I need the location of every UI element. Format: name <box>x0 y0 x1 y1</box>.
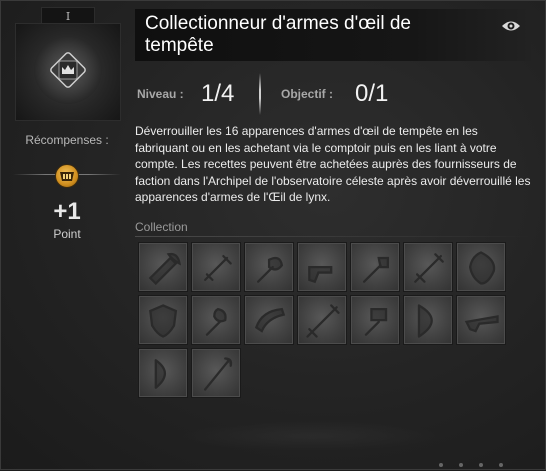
level-label: Niveau : <box>137 87 184 101</box>
weapon-staff-icon <box>203 357 233 391</box>
weapon-longbow-icon <box>417 304 433 338</box>
weapon-warhorn-icon <box>254 307 286 333</box>
progress-stats: Niveau : 1/4 Objectif : 0/1 <box>135 67 531 117</box>
weapon-shield-icon <box>149 304 178 338</box>
crown-emblem-icon <box>50 52 86 88</box>
achievement-title: Collectionneur d'armes d'œil de tempête <box>145 13 411 56</box>
collection-slot[interactable] <box>138 348 188 398</box>
weapon-pistol-icon <box>308 265 333 284</box>
reward-unit: Point <box>53 227 81 241</box>
achievement-description: Déverrouiller les 16 apparences d'armes … <box>135 124 531 204</box>
weapon-mace-icon <box>256 256 284 283</box>
collection-slot[interactable] <box>403 242 453 292</box>
stats-divider <box>259 73 261 115</box>
collection-label: Collection <box>135 220 188 234</box>
collection-slot[interactable] <box>191 295 241 345</box>
weapon-shortbow-icon <box>154 359 167 389</box>
collection-divider <box>135 236 531 237</box>
objective-label: Objectif : <box>281 87 334 101</box>
achievement-point-icon <box>55 164 79 188</box>
collection-slot[interactable] <box>191 242 241 292</box>
collection-slot[interactable] <box>138 295 188 345</box>
title-bar: Collectionneur d'armes d'œil de tempête <box>135 9 531 61</box>
weapon-axe-icon <box>148 252 182 286</box>
collection-slot[interactable] <box>297 295 347 345</box>
footer-ornament <box>439 463 503 467</box>
reward-value: +1 <box>53 198 81 225</box>
weapon-torch-icon <box>205 307 227 336</box>
track-eye-icon[interactable] <box>501 19 521 33</box>
collection-slot[interactable] <box>350 242 400 292</box>
achievement-sidebar: I Récompenses : +1 Point <box>1 1 133 471</box>
rewards-label: Récompenses : <box>25 133 109 147</box>
weapon-focus-icon <box>468 251 496 285</box>
weapon-sword-icon <box>414 253 444 283</box>
achievement-emblem <box>15 23 121 121</box>
footer-shadow <box>181 421 441 451</box>
collection-slot[interactable] <box>456 242 506 292</box>
weapon-dagger-icon <box>203 254 232 282</box>
weapon-hammer-icon <box>364 307 388 336</box>
achievement-panel: I Récompenses : +1 Point Collectionneur … <box>0 0 546 470</box>
collection-grid <box>138 242 518 398</box>
collection-slot[interactable] <box>456 295 506 345</box>
weapon-rifle-icon <box>464 315 499 333</box>
collection-slot[interactable] <box>138 242 188 292</box>
collection-slot[interactable] <box>244 295 294 345</box>
collection-slot[interactable] <box>297 242 347 292</box>
weapon-scepter-icon <box>362 256 390 283</box>
collection-slot[interactable] <box>403 295 453 345</box>
collection-slot[interactable] <box>350 295 400 345</box>
objective-value: 0/1 <box>355 80 389 107</box>
level-value: 1/4 <box>201 80 235 107</box>
collection-slot[interactable] <box>244 242 294 292</box>
collection-slot[interactable] <box>191 348 241 398</box>
weapon-greatsword-icon <box>306 304 340 338</box>
